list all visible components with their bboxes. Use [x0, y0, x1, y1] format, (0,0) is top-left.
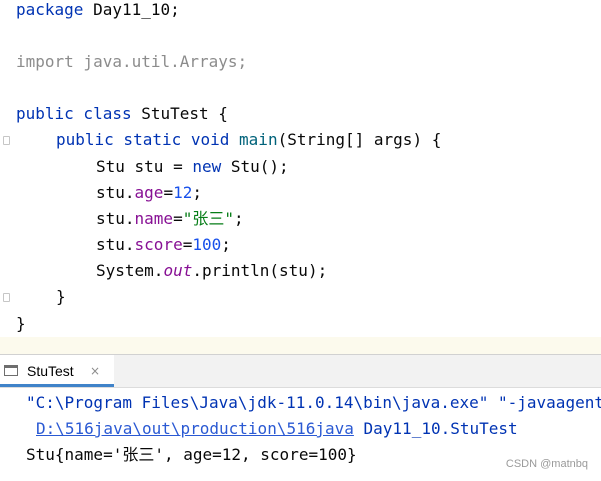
fold-marker-icon[interactable] — [3, 136, 10, 145]
code-line-set-age: stu.age=12; — [96, 183, 202, 202]
run-tool-window: StuTest × "C:\Program Files\Java\jdk-11.… — [0, 354, 601, 481]
code-line-close-class: } — [16, 314, 26, 333]
code-line-set-score: stu.score=100; — [96, 235, 231, 254]
fold-marker-icon[interactable] — [3, 293, 10, 302]
console-command-line: "C:\Program Files\Java\jdk-11.0.14\bin\j… — [26, 393, 601, 412]
run-tab-bar: StuTest × — [0, 355, 601, 388]
console-classpath-line: D:\516java\out\production\516java Day11_… — [36, 419, 518, 438]
current-line-highlight — [0, 337, 601, 354]
code-line-close-method: } — [56, 287, 66, 306]
close-tab-icon[interactable]: × — [90, 361, 100, 381]
console-window-icon — [4, 365, 18, 376]
console-output-line: Stu{name='张三', age=12, score=100} — [26, 445, 357, 464]
watermark: CSDN @matnbq — [505, 458, 588, 470]
classpath-link[interactable]: D:\516java\out\production\516java — [36, 419, 354, 438]
code-line-new-stu: Stu stu = new Stu(); — [96, 157, 289, 176]
code-line-import: import java.util.Arrays; — [16, 52, 248, 71]
code-editor[interactable]: package Day11_10; import java.util.Array… — [0, 0, 601, 354]
code-line-set-name: stu.name="张三"; — [96, 209, 244, 228]
code-line-package: package Day11_10; — [16, 0, 180, 19]
code-line-println: System.out.println(stu); — [96, 261, 328, 280]
code-line-class-decl: public class StuTest { — [16, 104, 228, 123]
tab-stutest[interactable]: StuTest × — [0, 355, 114, 387]
code-line-main-decl: public static void main(String[] args) { — [56, 130, 442, 149]
tab-label: StuTest — [27, 363, 74, 379]
